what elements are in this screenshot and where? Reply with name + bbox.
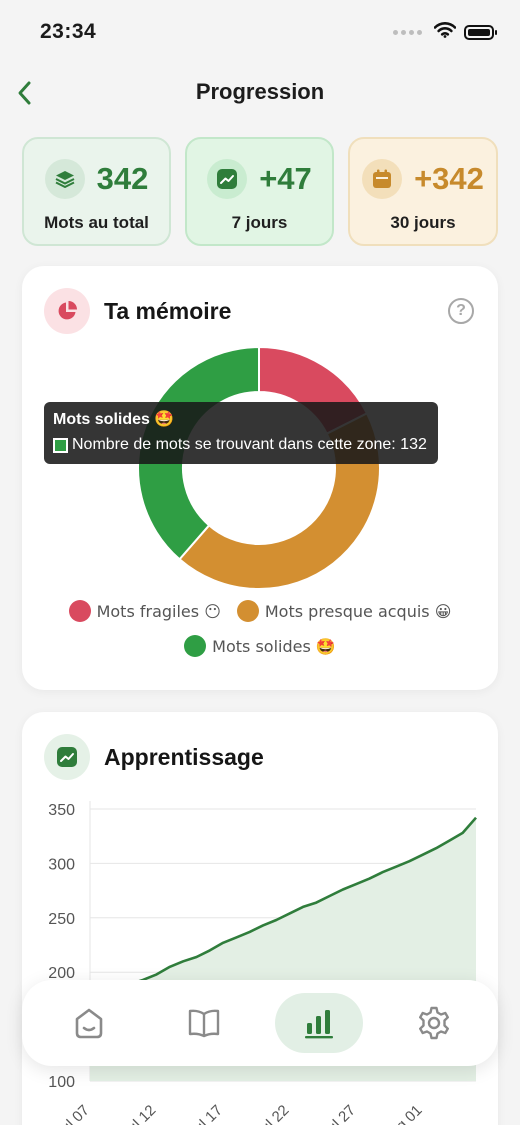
stat-card-total: 342 Mots au total xyxy=(22,137,171,246)
stat-label-total: Mots au total xyxy=(44,213,149,232)
tooltip-color-swatch xyxy=(53,437,68,453)
tab-stats[interactable] xyxy=(275,993,363,1053)
y-tick-label: 100 xyxy=(48,1074,75,1091)
tooltip-text: Nombre de mots se trouvant dans cette zo… xyxy=(72,436,427,453)
x-tick-label: Jul 27 xyxy=(319,1102,359,1125)
status-icons xyxy=(393,22,497,43)
stat-value-7-days: +47 xyxy=(259,161,312,196)
bar-chart-icon xyxy=(305,1010,333,1039)
legend-label-solid: Mots solides 🤩 xyxy=(212,636,336,656)
book-icon xyxy=(188,1009,220,1038)
legend-item-fragile[interactable]: Mots fragiles 😶 xyxy=(68,600,221,622)
chart-legend-row-2: Mots solides 🤩 xyxy=(22,635,498,657)
tab-settings[interactable] xyxy=(390,993,478,1053)
stat-value-30-days: +342 xyxy=(414,161,484,196)
x-tick-label: Jul 07 xyxy=(53,1102,93,1125)
tab-book[interactable] xyxy=(160,993,248,1053)
x-tick-label: Aug 01 xyxy=(380,1102,426,1125)
home-icon xyxy=(75,1008,103,1039)
cellular-signal-icon xyxy=(393,30,422,35)
tab-home[interactable] xyxy=(45,993,133,1053)
legend-item-solid[interactable]: Mots solides 🤩 xyxy=(184,635,336,657)
y-tick-label: 300 xyxy=(48,856,75,873)
calendar-icon xyxy=(362,159,403,199)
wifi-icon xyxy=(433,22,457,43)
stat-label-30-days: 30 jours xyxy=(390,213,456,232)
stack-icon xyxy=(44,159,85,199)
chart-tooltip: Mots solides 🤩 Nombre de mots se trouvan… xyxy=(44,402,438,464)
chart-legend-row-1: Mots fragiles 😶 Mots presque acquis 😀 xyxy=(22,600,498,622)
stat-card-7-days: +47 7 jours xyxy=(185,137,334,246)
status-bar: 23:34 xyxy=(0,0,520,64)
trend-up-icon xyxy=(207,159,248,199)
stat-card-30-days: +342 30 jours xyxy=(348,137,498,246)
legend-swatch-almost xyxy=(236,600,259,622)
nav-header: Progression xyxy=(0,70,520,114)
legend-swatch-solid xyxy=(184,635,207,657)
legend-swatch-fragile xyxy=(68,600,91,622)
battery-icon xyxy=(464,25,497,40)
x-tick-label: Jul 17 xyxy=(186,1102,226,1125)
y-tick-label: 250 xyxy=(48,911,75,928)
stat-value-total: 342 xyxy=(96,161,149,196)
tooltip-title: Mots solides 🤩 xyxy=(53,411,175,428)
memory-card: Ta mémoire ? Mots solides 🤩 Nombre de mo… xyxy=(22,266,498,690)
y-tick-label: 350 xyxy=(48,802,75,819)
legend-label-almost: Mots presque acquis 😀 xyxy=(264,601,452,621)
status-time: 23:34 xyxy=(40,20,97,43)
legend-item-almost[interactable]: Mots presque acquis 😀 xyxy=(236,600,452,622)
x-tick-label: Jul 12 xyxy=(119,1102,159,1125)
legend-label-fragile: Mots fragiles 😶 xyxy=(96,601,221,621)
stat-label-7-days: 7 jours xyxy=(231,213,288,232)
page-title: Progression xyxy=(195,79,325,104)
gear-icon xyxy=(419,1006,449,1040)
tab-bar xyxy=(22,980,498,1066)
x-tick-label: Jul 22 xyxy=(252,1102,292,1125)
